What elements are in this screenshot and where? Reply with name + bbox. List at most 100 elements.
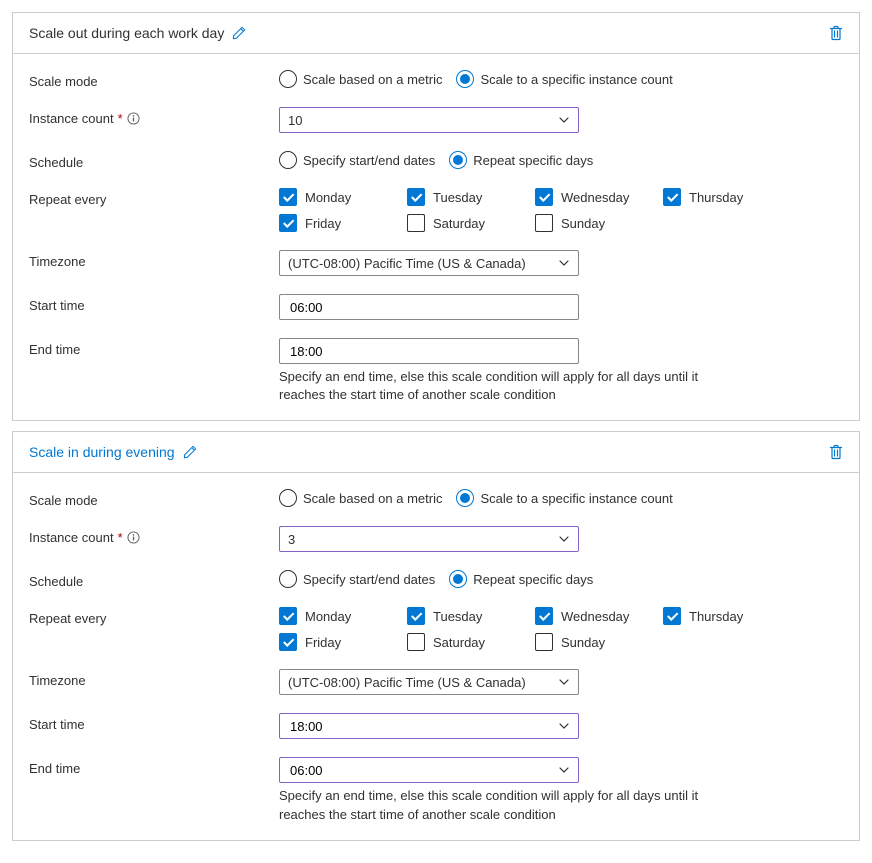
checkbox-saturday[interactable]: Saturday xyxy=(407,214,535,232)
info-icon[interactable] xyxy=(127,112,140,125)
radio-scale-instance[interactable]: Scale to a specific instance count xyxy=(456,489,672,507)
days-grid: Monday Tuesday Wednesday Thursday Friday… xyxy=(279,607,799,651)
radio-icon xyxy=(456,489,474,507)
instance-count-value: 10 xyxy=(288,113,302,128)
required-asterisk: * xyxy=(118,111,123,126)
radio-specify-dates[interactable]: Specify start/end dates xyxy=(279,570,435,588)
checkbox-monday[interactable]: Monday xyxy=(279,607,407,625)
instance-count-value: 3 xyxy=(288,532,295,547)
row-schedule: Schedule Specify start/end dates Repeat … xyxy=(29,570,843,589)
day-label: Friday xyxy=(305,635,341,650)
start-time-input[interactable] xyxy=(279,713,579,739)
timezone-value: (UTC-08:00) Pacific Time (US & Canada) xyxy=(288,675,526,690)
start-time-value[interactable] xyxy=(288,718,570,735)
row-timezone: Timezone (UTC-08:00) Pacific Time (US & … xyxy=(29,669,843,695)
day-label: Monday xyxy=(305,609,351,624)
label-end-time: End time xyxy=(29,757,279,776)
checkbox-tuesday[interactable]: Tuesday xyxy=(407,607,535,625)
edit-icon[interactable] xyxy=(232,26,246,40)
label-repeat-every: Repeat every xyxy=(29,188,279,207)
end-time-hint: Specify an end time, else this scale con… xyxy=(279,787,719,823)
day-label: Tuesday xyxy=(433,609,482,624)
day-label: Wednesday xyxy=(561,190,629,205)
days-grid: Monday Tuesday Wednesday Thursday Friday… xyxy=(279,188,799,232)
checkbox-icon xyxy=(535,188,553,206)
end-time-value[interactable] xyxy=(288,762,570,779)
day-label: Monday xyxy=(305,190,351,205)
checkbox-icon xyxy=(407,188,425,206)
checkbox-icon xyxy=(279,607,297,625)
label-schedule: Schedule xyxy=(29,570,279,589)
info-icon[interactable] xyxy=(127,531,140,544)
label-timezone: Timezone xyxy=(29,250,279,269)
timezone-value: (UTC-08:00) Pacific Time (US & Canada) xyxy=(288,256,526,271)
checkbox-thursday[interactable]: Thursday xyxy=(663,188,791,206)
row-end-time: End time Specify an end time, else this … xyxy=(29,338,843,404)
radio-specify-dates[interactable]: Specify start/end dates xyxy=(279,151,435,169)
schedule-group: Specify start/end dates Repeat specific … xyxy=(279,570,843,588)
end-time-hint: Specify an end time, else this scale con… xyxy=(279,368,719,404)
radio-label: Scale to a specific instance count xyxy=(480,491,672,506)
radio-label: Specify start/end dates xyxy=(303,572,435,587)
day-label: Sunday xyxy=(561,216,605,231)
card-header: Scale out during each work day xyxy=(13,13,859,54)
radio-icon xyxy=(449,151,467,169)
row-repeat-every: Repeat every Monday Tuesday Wednesday Th… xyxy=(29,188,843,232)
checkbox-sunday[interactable]: Sunday xyxy=(535,214,663,232)
radio-label: Repeat specific days xyxy=(473,572,593,587)
label-start-time: Start time xyxy=(29,294,279,313)
schedule-group: Specify start/end dates Repeat specific … xyxy=(279,151,843,169)
card-title: Scale in during evening xyxy=(29,444,175,460)
checkbox-icon xyxy=(279,188,297,206)
end-time-input[interactable] xyxy=(279,338,579,364)
checkbox-saturday[interactable]: Saturday xyxy=(407,633,535,651)
instance-count-input[interactable]: 10 xyxy=(279,107,579,133)
end-time-input[interactable] xyxy=(279,757,579,783)
radio-label: Specify start/end dates xyxy=(303,153,435,168)
end-time-value[interactable] xyxy=(288,343,570,360)
radio-scale-metric[interactable]: Scale based on a metric xyxy=(279,70,442,88)
checkbox-friday[interactable]: Friday xyxy=(279,214,407,232)
checkbox-icon xyxy=(535,607,553,625)
timezone-select[interactable]: (UTC-08:00) Pacific Time (US & Canada) xyxy=(279,250,579,276)
edit-icon[interactable] xyxy=(183,445,197,459)
card-header: Scale in during evening xyxy=(13,432,859,473)
radio-scale-instance[interactable]: Scale to a specific instance count xyxy=(456,70,672,88)
label-timezone: Timezone xyxy=(29,669,279,688)
card-title: Scale out during each work day xyxy=(29,25,224,41)
start-time-input[interactable] xyxy=(279,294,579,320)
chevron-down-icon xyxy=(558,676,570,688)
day-label: Thursday xyxy=(689,190,743,205)
radio-repeat-days[interactable]: Repeat specific days xyxy=(449,151,593,169)
checkbox-wednesday[interactable]: Wednesday xyxy=(535,188,663,206)
label-scale-mode: Scale mode xyxy=(29,489,279,508)
checkbox-tuesday[interactable]: Tuesday xyxy=(407,188,535,206)
start-time-value[interactable] xyxy=(288,299,570,316)
radio-icon xyxy=(279,489,297,507)
checkbox-sunday[interactable]: Sunday xyxy=(535,633,663,651)
checkbox-thursday[interactable]: Thursday xyxy=(663,607,791,625)
radio-repeat-days[interactable]: Repeat specific days xyxy=(449,570,593,588)
scale-condition-card: Scale in during evening Scale mode Scale… xyxy=(12,431,860,840)
radio-icon xyxy=(279,70,297,88)
label-end-time: End time xyxy=(29,338,279,357)
scale-mode-group: Scale based on a metric Scale to a speci… xyxy=(279,489,843,507)
day-label: Sunday xyxy=(561,635,605,650)
checkbox-monday[interactable]: Monday xyxy=(279,188,407,206)
label-start-time: Start time xyxy=(29,713,279,732)
checkbox-wednesday[interactable]: Wednesday xyxy=(535,607,663,625)
delete-icon[interactable] xyxy=(829,25,843,41)
card-title-row: Scale in during evening xyxy=(29,444,197,460)
day-label: Tuesday xyxy=(433,190,482,205)
checkbox-icon xyxy=(279,633,297,651)
checkbox-friday[interactable]: Friday xyxy=(279,633,407,651)
radio-label: Scale based on a metric xyxy=(303,72,442,87)
checkbox-icon xyxy=(279,214,297,232)
radio-scale-metric[interactable]: Scale based on a metric xyxy=(279,489,442,507)
day-label: Saturday xyxy=(433,635,485,650)
label-repeat-every: Repeat every xyxy=(29,607,279,626)
instance-count-input[interactable]: 3 xyxy=(279,526,579,552)
delete-icon[interactable] xyxy=(829,444,843,460)
timezone-select[interactable]: (UTC-08:00) Pacific Time (US & Canada) xyxy=(279,669,579,695)
radio-icon xyxy=(449,570,467,588)
